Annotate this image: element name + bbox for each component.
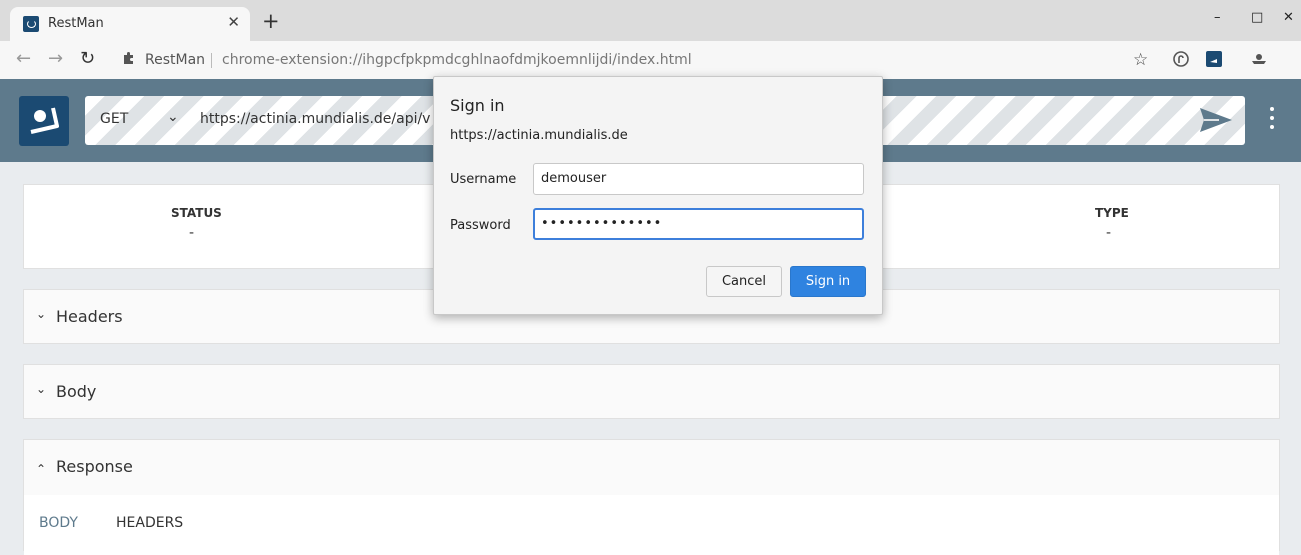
tab-title: RestMan (48, 16, 104, 31)
window-close-button[interactable]: ✕ (1283, 10, 1294, 25)
restman-extension-icon[interactable] (1206, 51, 1222, 67)
site-name: RestMan (145, 52, 206, 68)
type-value: - (1106, 225, 1112, 241)
response-section-title[interactable]: Response (56, 457, 133, 476)
profile-extension-icon[interactable] (1250, 51, 1266, 67)
dialog-title: Sign in (450, 96, 505, 115)
sign-in-dialog: Sign in https://actinia.mundialis.de Use… (433, 76, 883, 315)
sign-in-button[interactable]: Sign in (790, 266, 866, 297)
extension-icon[interactable] (1173, 51, 1189, 67)
new-tab-button[interactable]: + (262, 10, 280, 32)
body-section-title: Body (56, 382, 97, 401)
username-label: Username (450, 172, 517, 187)
restman-favicon-icon (23, 16, 39, 32)
bookmark-star-icon[interactable]: ☆ (1133, 50, 1149, 70)
reload-button[interactable]: ↻ (80, 49, 95, 69)
tab-close-icon[interactable]: ✕ (227, 13, 240, 31)
body-section[interactable]: ⌄ Body (23, 364, 1280, 419)
url-divider (211, 53, 212, 68)
chevron-down-icon: ⌄ (36, 307, 47, 321)
tab-body[interactable]: BODY (39, 515, 78, 531)
chevron-up-icon[interactable]: ⌃ (36, 462, 46, 476)
chevron-down-icon: ⌄ (36, 382, 47, 396)
method-select[interactable]: GET (100, 111, 128, 127)
send-icon[interactable] (1199, 106, 1233, 138)
type-label: TYPE (1095, 206, 1129, 220)
restman-logo-icon (19, 96, 69, 146)
password-label: Password (450, 218, 511, 233)
tab-headers[interactable]: HEADERS (116, 515, 183, 531)
forward-button[interactable]: → (48, 49, 63, 69)
status-value: - (189, 225, 195, 241)
browser-tab-strip: RestMan ✕ + – □ ✕ (0, 0, 1301, 41)
response-tabs: BODY HEADERS (24, 495, 1279, 555)
back-button[interactable]: ← (16, 49, 31, 69)
minimize-button[interactable]: – (1214, 10, 1221, 25)
chevron-down-icon[interactable]: ⌄ (167, 109, 179, 125)
dialog-origin: https://actinia.mundialis.de (450, 128, 628, 143)
address-bar[interactable]: chrome-extension://ihgpcfpkpmdcghlnaofdm… (222, 52, 692, 68)
browser-tab[interactable]: RestMan ✕ (10, 7, 250, 41)
username-field[interactable]: demouser (533, 163, 864, 195)
maximize-button[interactable]: □ (1251, 10, 1263, 25)
browser-toolbar: ← → ↻ RestMan chrome-extension://ihgpcfp… (0, 41, 1301, 80)
more-menu-icon[interactable] (1270, 107, 1274, 134)
cancel-button[interactable]: Cancel (706, 266, 782, 297)
password-field[interactable]: •••••••••••••• (533, 208, 864, 240)
extension-puzzle-icon (122, 51, 136, 69)
response-section: ⌃ Response BODY HEADERS (23, 439, 1280, 555)
headers-section-title: Headers (56, 307, 123, 326)
request-url-input[interactable]: https://actinia.mundialis.de/api/v1/lo (200, 111, 430, 127)
status-label: STATUS (171, 206, 222, 220)
